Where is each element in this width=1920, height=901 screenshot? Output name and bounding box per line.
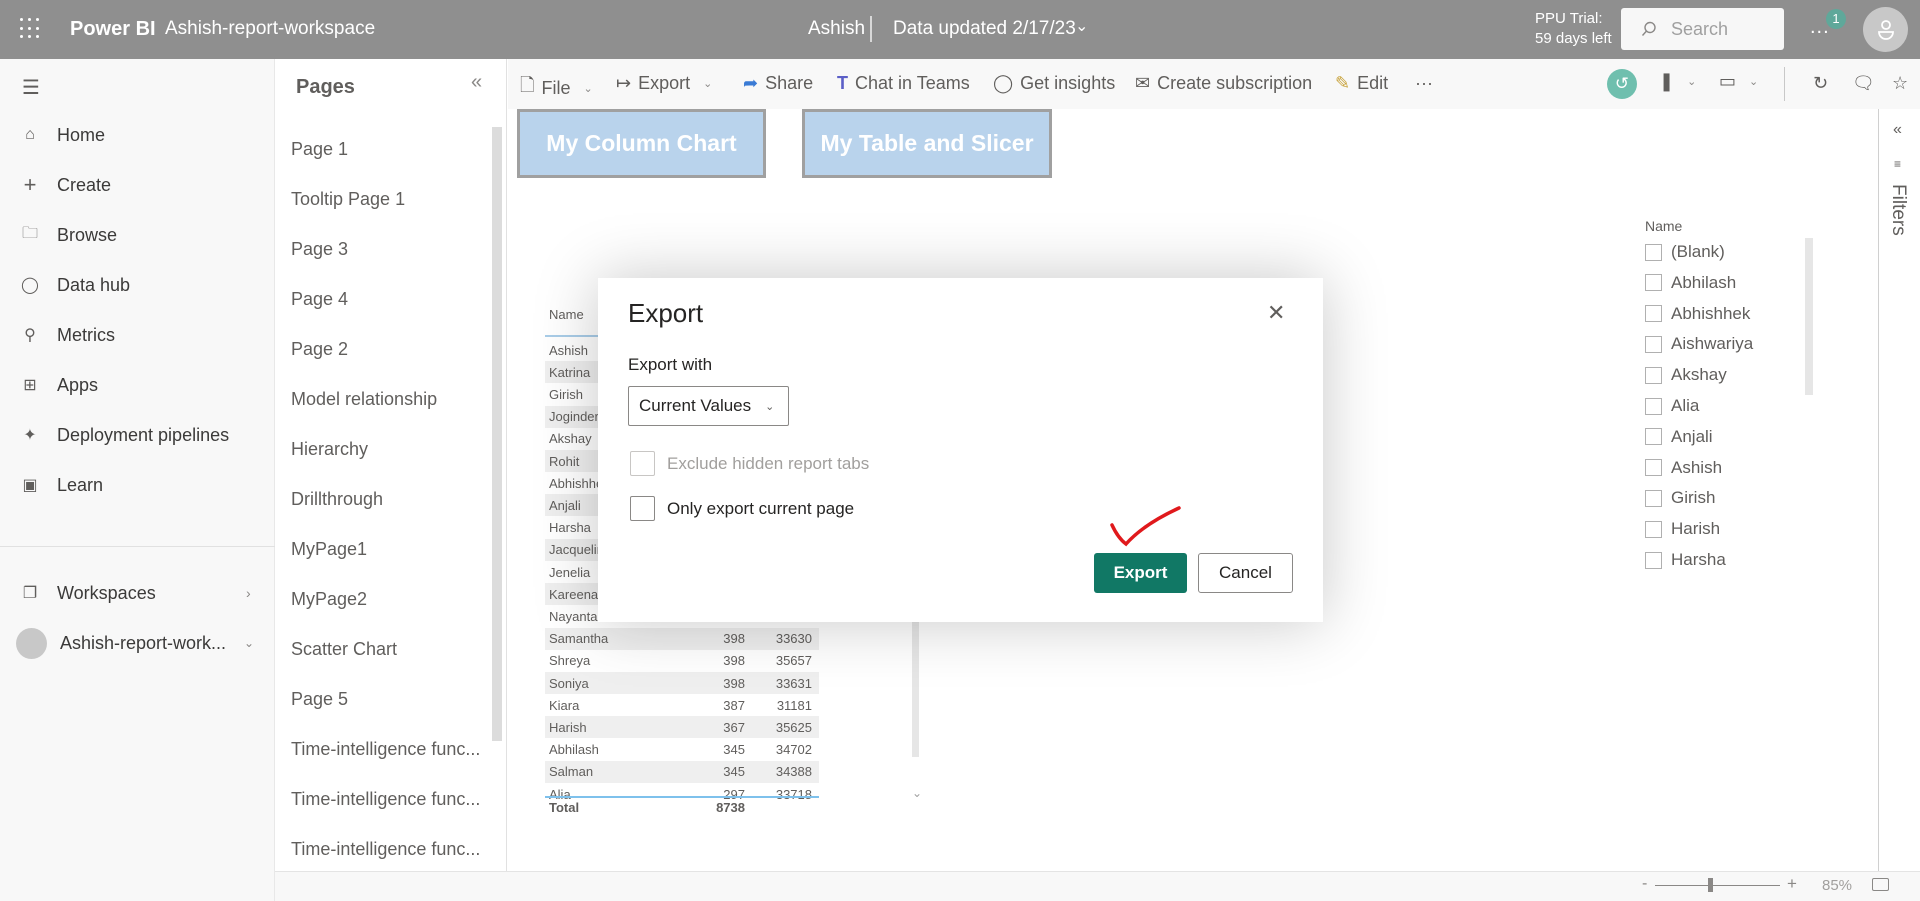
exclude-hidden-tabs-label: Exclude hidden report tabs <box>667 453 870 473</box>
export-dialog: Export ✕ Export with Current Values ⌄ Ex… <box>598 278 1323 622</box>
exclude-hidden-tabs-checkbox[interactable]: Exclude hidden report tabs <box>630 451 869 476</box>
export-with-dropdown[interactable]: Current Values ⌄ <box>628 386 789 426</box>
chevron-down-icon: ⌄ <box>765 400 775 413</box>
checkbox-box <box>630 451 655 476</box>
export-with-label: Export with <box>628 355 713 374</box>
only-current-page-checkbox[interactable]: Only export current page <box>630 496 854 521</box>
only-current-page-label: Only export current page <box>667 498 855 518</box>
modal-overlay: Export ✕ Export with Current Values ⌄ Ex… <box>0 0 1920 901</box>
close-icon[interactable]: ✕ <box>1267 300 1285 326</box>
dialog-title: Export <box>628 298 704 328</box>
checkbox-box <box>630 496 655 521</box>
red-checkmark-annotation <box>1110 506 1181 547</box>
cancel-button[interactable]: Cancel <box>1198 553 1293 593</box>
export-with-value: Current Values <box>639 396 752 415</box>
